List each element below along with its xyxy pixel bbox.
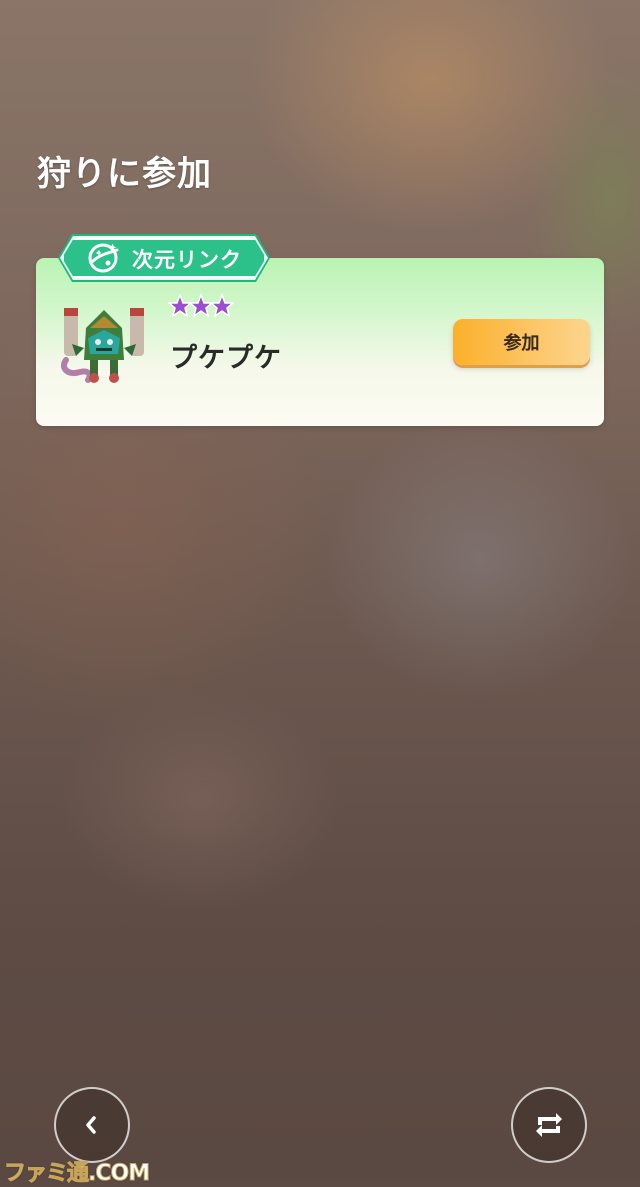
dimension-link-label: 次元リンク: [132, 248, 242, 272]
chevron-left-icon: [86, 1116, 96, 1134]
join-button[interactable]: 参加: [453, 319, 590, 365]
page-title: 狩りに参加: [37, 154, 212, 194]
back-button[interactable]: [54, 1087, 130, 1163]
dimension-link-icon: [88, 243, 119, 273]
star-icon-1: [168, 292, 194, 318]
swap-button[interactable]: [511, 1087, 587, 1163]
swap-arrows-icon: [536, 1113, 562, 1137]
pokemon-name: プケプケ: [170, 343, 282, 374]
star-icon-3: [208, 292, 234, 318]
watermark-logo: ファミ通.COM: [3, 1161, 150, 1187]
star-rating: [168, 292, 234, 318]
pokemon-sprite: [61, 308, 144, 383]
star-icon-2: [187, 292, 215, 318]
